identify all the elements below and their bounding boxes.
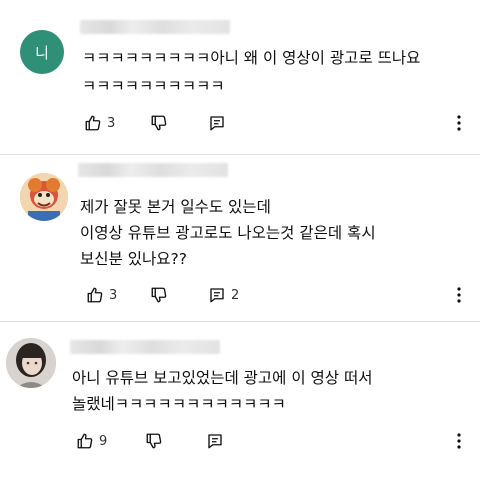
thumbs-down-icon xyxy=(146,433,162,449)
comment-text-line: ㅋㅋㅋㅋㅋㅋㅋㅋㅋ아니 왜 이 영상이 광고로 뜨나요 xyxy=(82,49,421,67)
avatar-letter: 니 xyxy=(35,43,49,62)
reply-count: 2 xyxy=(231,287,240,303)
thumbs-up-icon xyxy=(85,115,101,131)
comment-text-line: 제가 잘못 본거 일수도 있는데 xyxy=(80,198,271,216)
reply-icon xyxy=(210,288,224,303)
dislike-button[interactable] xyxy=(150,114,168,132)
avatar[interactable]: 니 xyxy=(20,30,64,74)
author-name-redacted xyxy=(70,340,220,354)
comment-text-line: 놀랬네ㅋㅋㅋㅋㅋㅋㅋㅋㅋㅋㅋㅋ xyxy=(72,395,286,413)
like-button[interactable]: 3 xyxy=(86,286,117,304)
thumbs-down-icon xyxy=(151,115,167,131)
comment-text-line: 보신분 있나요?? xyxy=(80,250,187,268)
more-actions-button[interactable] xyxy=(456,286,462,304)
more-vertical-icon xyxy=(457,287,461,303)
thumbs-up-icon xyxy=(77,433,93,449)
like-button[interactable]: 9 xyxy=(76,432,107,450)
more-vertical-icon xyxy=(457,115,461,131)
comment-3: 아니 유튜브 보고있었는데 광고에 이 영상 떠서 놀랬네ㅋㅋㅋㅋㅋㅋㅋㅋㅋㅋㅋ… xyxy=(0,322,480,480)
avatar[interactable] xyxy=(20,173,68,221)
avatar-image xyxy=(20,173,68,221)
thumbs-down-icon xyxy=(151,287,167,303)
reply-icon xyxy=(208,434,222,449)
comment-text-line: 이영상 유튜브 광고로도 나오는것 같은데 혹시 xyxy=(80,224,376,242)
more-vertical-icon xyxy=(457,433,461,449)
dislike-button[interactable] xyxy=(145,432,163,450)
avatar[interactable] xyxy=(6,338,56,388)
like-count: 3 xyxy=(109,287,118,303)
comment-2: 제가 잘못 본거 일수도 있는데 이영상 유튜브 광고로도 나오는것 같은데 혹… xyxy=(0,155,480,320)
comment-text-line: 아니 유튜브 보고있었는데 광고에 이 영상 떠서 xyxy=(72,369,373,387)
more-actions-button[interactable] xyxy=(456,432,462,450)
like-count: 9 xyxy=(99,433,108,449)
reply-button[interactable] xyxy=(206,432,229,450)
like-count: 3 xyxy=(107,115,116,131)
like-button[interactable]: 3 xyxy=(84,114,115,132)
more-actions-button[interactable] xyxy=(456,114,462,132)
comment-actions: 3 xyxy=(0,114,480,136)
comment-actions: 9 xyxy=(0,432,480,454)
comment-text-line: ㅋㅋㅋㅋㅋㅋㅋㅋㅋㅋ xyxy=(82,77,225,95)
comment-1: 니 ㅋㅋㅋㅋㅋㅋㅋㅋㅋ아니 왜 이 영상이 광고로 뜨나요 ㅋㅋㅋㅋㅋㅋㅋㅋㅋㅋ… xyxy=(0,0,480,154)
reply-icon xyxy=(210,116,224,131)
author-name-redacted xyxy=(78,163,228,177)
comment-actions: 3 2 xyxy=(0,286,480,308)
thumbs-up-icon xyxy=(87,287,103,303)
reply-button[interactable]: 2 xyxy=(208,286,239,304)
reply-button[interactable] xyxy=(208,114,231,132)
dislike-button[interactable] xyxy=(150,286,168,304)
author-name-redacted xyxy=(80,20,230,34)
avatar-image xyxy=(6,338,56,388)
